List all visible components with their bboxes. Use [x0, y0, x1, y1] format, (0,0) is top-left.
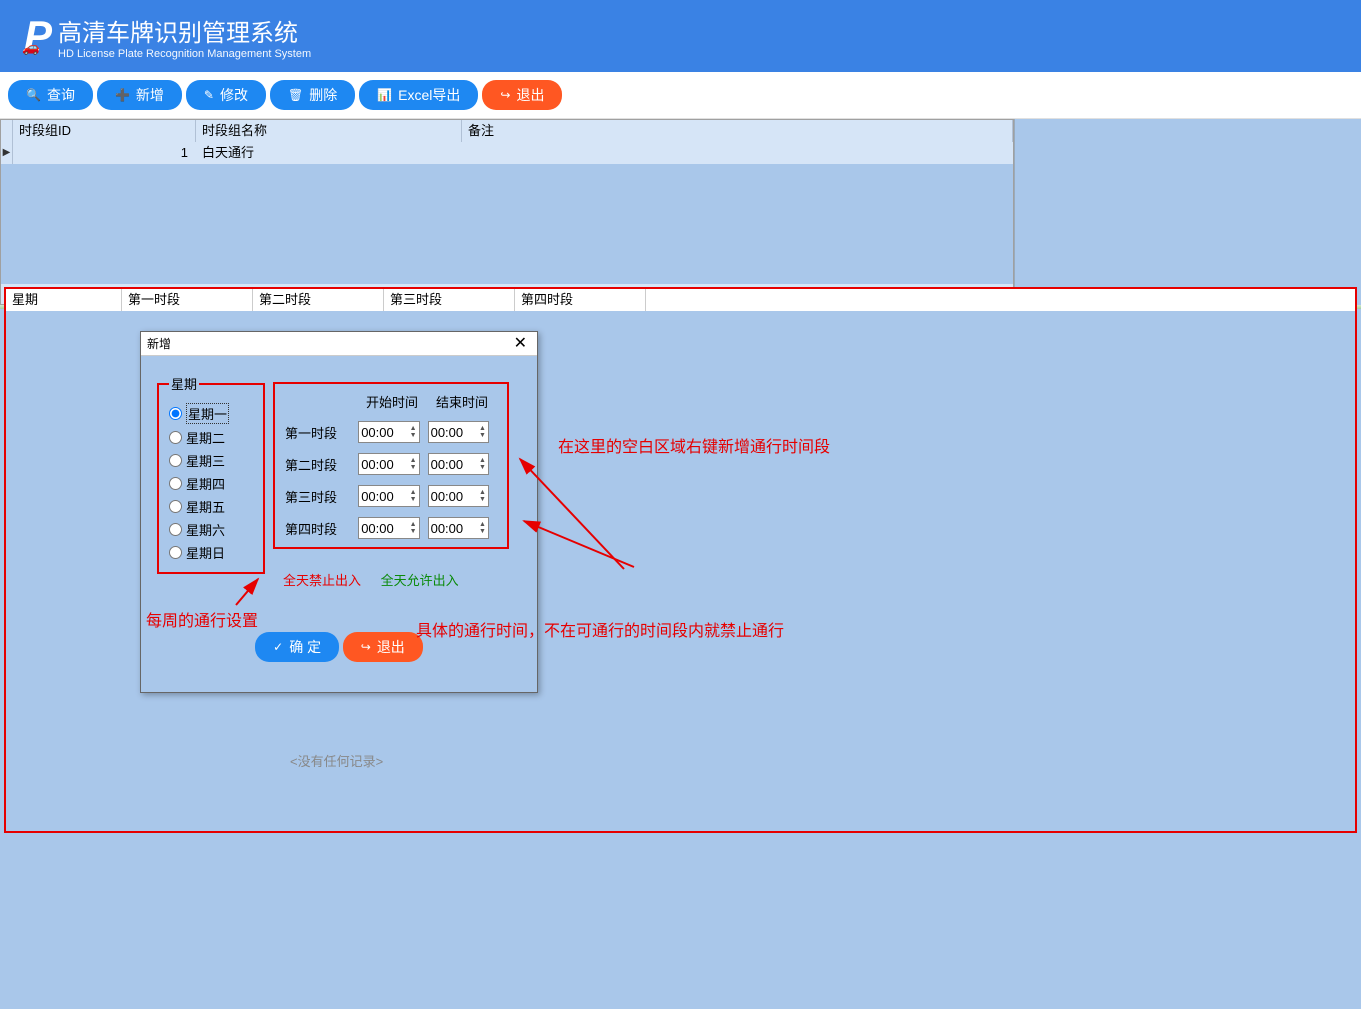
- dialog-title-text: 新增: [147, 332, 171, 355]
- trash-icon: 🗑: [288, 88, 303, 102]
- col-header-p4[interactable]: 第四时段: [515, 289, 646, 311]
- no-records-label: <没有任何记录>: [290, 751, 383, 770]
- weekday-radio-mon[interactable]: 星期一: [169, 403, 253, 424]
- car-icon: 🚗: [22, 39, 37, 56]
- table-row[interactable]: ▶ 1 白天通行: [1, 142, 1013, 164]
- weekday-radio-sun[interactable]: 星期日: [169, 543, 253, 562]
- edit-button[interactable]: ✎ 修改: [186, 80, 266, 110]
- schedule-header-row: 星期 第一时段 第二时段 第三时段 第四时段: [6, 289, 1355, 311]
- cell-name: 白天通行: [196, 142, 462, 164]
- week-fieldset: 星期 星期一 星期二 星期三 星期四 星期五 星期六 星期日: [157, 374, 265, 574]
- col-header-p2[interactable]: 第二时段: [253, 289, 384, 311]
- cell-remark: [462, 142, 1013, 164]
- allow-all-day-link[interactable]: 全天允许出入: [381, 573, 459, 588]
- excel-icon: 📊: [377, 88, 392, 102]
- query-button[interactable]: 🔍 查询: [8, 80, 93, 110]
- p2-start-input[interactable]: ▲▼: [358, 453, 419, 475]
- period-row-2: 第二时段 ▲▼ ▲▼: [285, 453, 497, 475]
- search-icon: 🔍: [26, 88, 41, 102]
- cell-id: 1: [13, 142, 196, 164]
- check-icon: ✓: [273, 640, 283, 654]
- spinner-icon[interactable]: ▲▼: [479, 425, 486, 439]
- period-row-1: 第一时段 ▲▼ ▲▼: [285, 421, 497, 443]
- exit-icon: ↪: [500, 88, 510, 102]
- plus-icon: ➕: [115, 88, 130, 102]
- weekday-radio-tue[interactable]: 星期二: [169, 428, 253, 447]
- period-row-3: 第三时段 ▲▼ ▲▼: [285, 485, 497, 507]
- exit-button[interactable]: ↪ 退出: [482, 80, 562, 110]
- annotation-time-detail: 具体的通行时间，不在可通行的时间段内就禁止通行: [416, 617, 784, 641]
- col-header-remark[interactable]: 备注: [462, 120, 1013, 142]
- grid-empty-area[interactable]: [1, 164, 1013, 284]
- period-group-grid: 时段组ID 时段组名称 备注 ▶ 1 白天通行 共 1 条: [0, 119, 1014, 305]
- week-legend: 星期: [169, 374, 199, 393]
- main-toolbar: 🔍 查询 ➕ 新增 ✎ 修改 🗑 删除 📊 Excel导出 ↪ 退出: [0, 72, 1361, 119]
- logo-letter: P 🚗: [24, 12, 50, 60]
- time-fieldset: 开始时间 结束时间 第一时段 ▲▼ ▲▼ 第二时段 ▲▼ ▲▼ 第三时段: [273, 382, 509, 549]
- p4-start-input[interactable]: ▲▼: [358, 517, 419, 539]
- spinner-icon[interactable]: ▲▼: [479, 457, 486, 471]
- add-button[interactable]: ➕ 新增: [97, 80, 182, 110]
- p1-start-input[interactable]: ▲▼: [358, 421, 419, 443]
- col-start-time: 开始时间: [357, 392, 427, 411]
- dialog-exit-button[interactable]: ↪ 退出: [343, 632, 423, 662]
- annotation-right-click: 在这里的空白区域右键新增通行时间段: [558, 433, 830, 457]
- col-header-week[interactable]: 星期: [6, 289, 122, 311]
- period-row-4: 第四时段 ▲▼ ▲▼: [285, 517, 497, 539]
- spinner-icon[interactable]: ▲▼: [410, 489, 417, 503]
- row-indicator-icon: ▶: [1, 142, 13, 164]
- spinner-icon[interactable]: ▲▼: [479, 521, 486, 535]
- schedule-panel: 星期 第一时段 第二时段 第三时段 第四时段 新增 ✕ 星期 星期一 星期二 星…: [0, 309, 1361, 1009]
- ok-button[interactable]: ✓ 确 定: [255, 632, 339, 662]
- p4-end-input[interactable]: ▲▼: [428, 517, 489, 539]
- spinner-icon[interactable]: ▲▼: [410, 457, 417, 471]
- col-header-id[interactable]: 时段组ID: [13, 120, 196, 142]
- app-header: P 🚗 高清车牌识别管理系统 HD License Plate Recognit…: [0, 0, 1361, 72]
- weekday-radio-fri[interactable]: 星期五: [169, 497, 253, 516]
- p1-end-input[interactable]: ▲▼: [428, 421, 489, 443]
- close-icon[interactable]: ✕: [510, 332, 531, 355]
- spinner-icon[interactable]: ▲▼: [410, 521, 417, 535]
- weekday-radio-sat[interactable]: 星期六: [169, 520, 253, 539]
- exit-icon: ↪: [361, 640, 371, 654]
- app-subtitle: HD License Plate Recognition Management …: [58, 48, 311, 60]
- grid-header-row: 时段组ID 时段组名称 备注: [1, 120, 1013, 142]
- col-header-name[interactable]: 时段组名称: [196, 120, 462, 142]
- col-end-time: 结束时间: [427, 392, 497, 411]
- app-logo: P 🚗 高清车牌识别管理系统 HD License Plate Recognit…: [24, 12, 311, 60]
- edit-icon: ✎: [204, 88, 214, 102]
- p2-end-input[interactable]: ▲▼: [428, 453, 489, 475]
- dialog-titlebar[interactable]: 新增 ✕: [141, 332, 537, 356]
- deny-all-day-link[interactable]: 全天禁止出入: [283, 573, 361, 588]
- weekday-radio-wed[interactable]: 星期三: [169, 451, 253, 470]
- col-header-p1[interactable]: 第一时段: [122, 289, 253, 311]
- weekday-radio-thu[interactable]: 星期四: [169, 474, 253, 493]
- p3-start-input[interactable]: ▲▼: [358, 485, 419, 507]
- spinner-icon[interactable]: ▲▼: [479, 489, 486, 503]
- excel-export-button[interactable]: 📊 Excel导出: [359, 80, 478, 110]
- p3-end-input[interactable]: ▲▼: [428, 485, 489, 507]
- annotation-weekly: 每周的通行设置: [146, 607, 258, 631]
- col-header-p3[interactable]: 第三时段: [384, 289, 515, 311]
- spinner-icon[interactable]: ▲▼: [410, 425, 417, 439]
- side-filler: [1014, 119, 1361, 305]
- annotation-frame: 星期 第一时段 第二时段 第三时段 第四时段 新增 ✕ 星期 星期一 星期二 星…: [4, 287, 1357, 833]
- app-title: 高清车牌识别管理系统: [58, 13, 311, 48]
- delete-button[interactable]: 🗑 删除: [270, 80, 355, 110]
